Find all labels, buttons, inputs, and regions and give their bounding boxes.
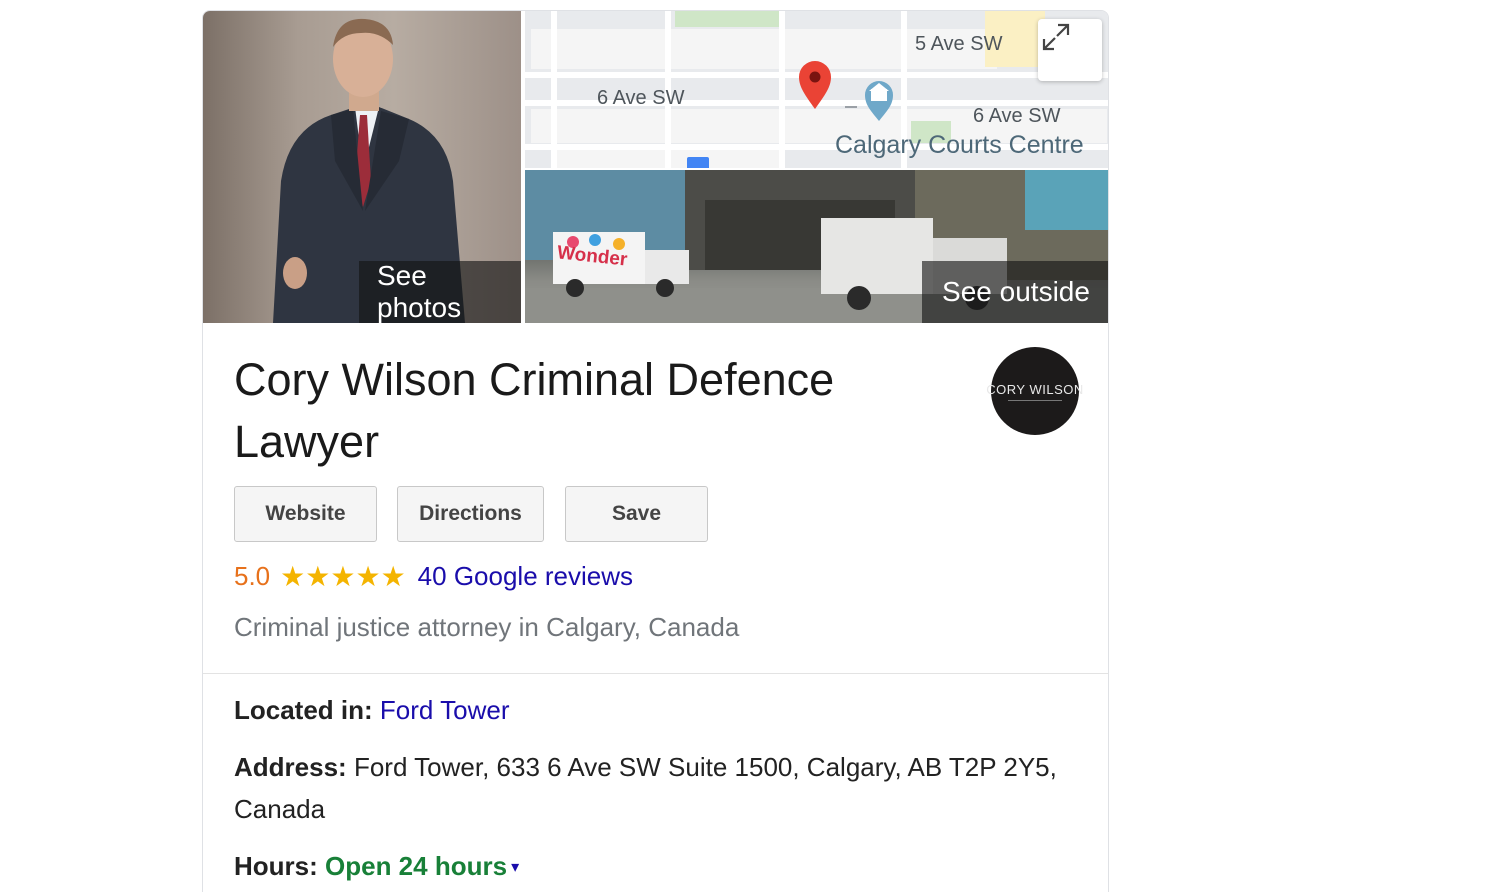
see-outside-button[interactable]: See outside	[922, 261, 1108, 323]
business-name: Cory Wilson Criminal Defence Lawyer	[234, 354, 835, 467]
business-category: Criminal justice attorney in Calgary, Ca…	[234, 612, 740, 642]
address-value: Ford Tower, 633 6 Ave SW Suite 1500, Cal…	[234, 752, 1057, 824]
website-button[interactable]: Website	[234, 486, 377, 542]
map-place-label-courts: Calgary Courts Centre	[835, 131, 1084, 159]
located-in-row: Located in: Ford Tower	[234, 689, 1084, 731]
map-street-label-5ave: 5 Ave SW	[915, 33, 1003, 55]
rating-row: 5.0 ★★★★★ 40 Google reviews	[234, 559, 633, 593]
located-in-label: Located in:	[234, 695, 373, 725]
see-photos-button[interactable]: See photos	[359, 260, 521, 323]
street-view-thumbnail[interactable]: Wonder See outside	[525, 170, 1108, 323]
map-expand-button[interactable]	[1038, 19, 1102, 81]
map-street-label-6ave-west: 6 Ave SW	[597, 87, 685, 109]
business-photo[interactable]: See photos	[203, 11, 521, 323]
map-thumbnail[interactable]: 5 Ave SW 6 Ave SW 6 Ave SW Calgary Court…	[525, 11, 1108, 168]
knowledge-panel: See photos 5 Ave SW 6 Ave SW 6 Ave SW Ca…	[202, 10, 1109, 892]
located-in-link[interactable]: Ford Tower	[380, 695, 510, 725]
logo-wordmark: CORY WILSON	[986, 381, 1084, 397]
hours-status[interactable]: Open 24 hours	[325, 851, 507, 881]
business-logo: CORY WILSON	[986, 347, 1083, 435]
expand-icon	[1042, 23, 1070, 51]
rating-value: 5.0	[234, 560, 271, 591]
star-rating-icon: ★★★★★	[280, 560, 406, 592]
address-row: Address: Ford Tower, 633 6 Ave SW Suite …	[234, 746, 1084, 830]
section-divider	[203, 673, 1108, 674]
logo-underline	[1008, 399, 1062, 401]
reviews-link[interactable]: 40 Google reviews	[418, 561, 633, 592]
directions-button[interactable]: Directions	[397, 486, 544, 542]
address-label: Address:	[234, 752, 347, 782]
hours-dropdown-icon[interactable]: ▾	[511, 859, 519, 876]
hours-label: Hours:	[234, 851, 318, 881]
hours-row: Hours: Open 24 hours ▾	[234, 845, 1084, 889]
map-street-label-6ave-east: 6 Ave SW	[973, 105, 1061, 127]
save-button[interactable]: Save	[565, 486, 708, 542]
